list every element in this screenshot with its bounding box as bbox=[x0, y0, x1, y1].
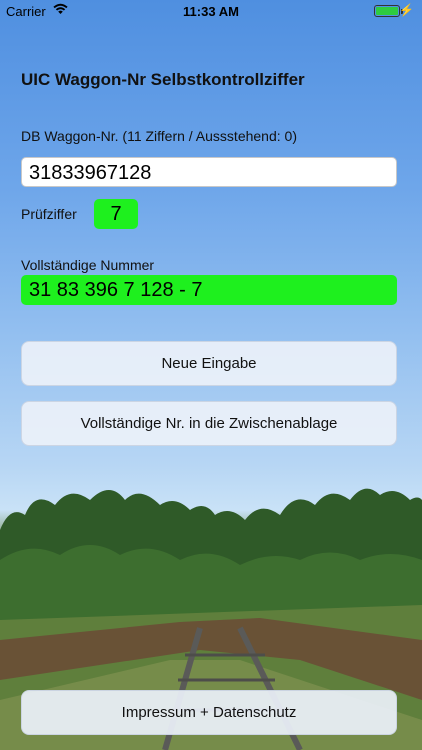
waggon-number-label: DB Waggon-Nr. (11 Ziffern / Aussstehend:… bbox=[21, 128, 297, 144]
full-number-label: Vollständige Nummer bbox=[21, 257, 155, 273]
copy-to-clipboard-button[interactable]: Vollständige Nr. in die Zwischenablage bbox=[21, 401, 397, 446]
battery-icon bbox=[374, 5, 403, 17]
check-digit-value: 7 bbox=[94, 199, 138, 229]
page-title: UIC Waggon-Nr Selbstkontrollziffer bbox=[21, 70, 305, 89]
new-entry-button[interactable]: Neue Eingabe bbox=[21, 341, 397, 386]
check-digit-label: Prüfziffer bbox=[21, 206, 77, 222]
imprint-privacy-button[interactable]: Impressum + Datenschutz bbox=[21, 690, 397, 735]
status-bar: Carrier 11:33 AM ⚡ bbox=[0, 0, 422, 22]
charging-bolt-icon: ⚡ bbox=[399, 3, 414, 17]
status-time: 11:33 AM bbox=[183, 4, 239, 19]
full-number-value: 31 83 396 7 128 - 7 bbox=[21, 275, 397, 305]
waggon-number-input[interactable]: 31833967128 bbox=[21, 157, 397, 187]
